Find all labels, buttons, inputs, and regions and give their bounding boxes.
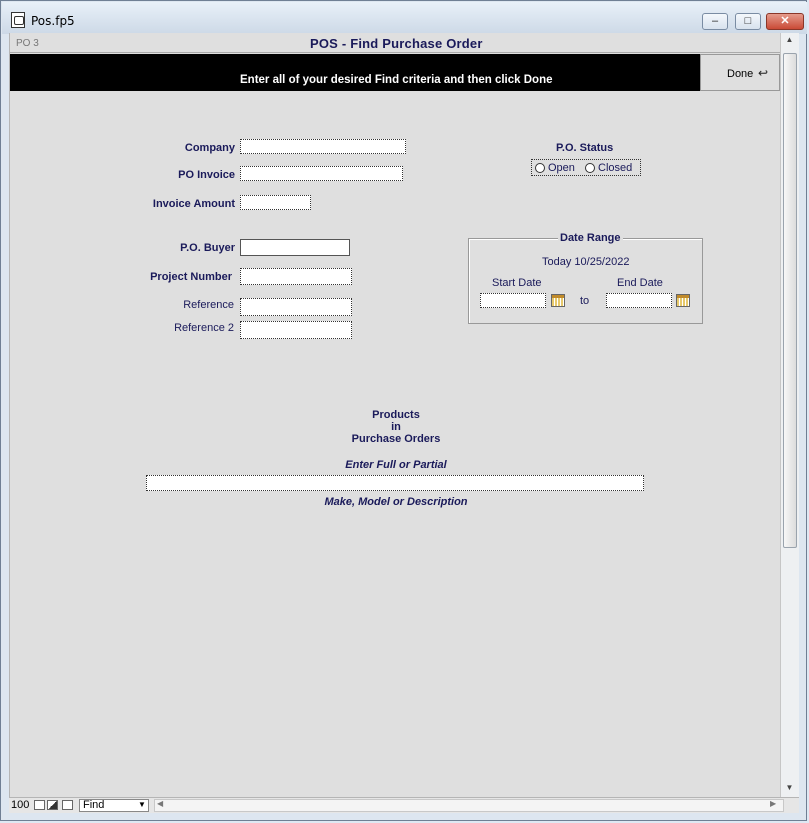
- end-calendar-icon[interactable]: [676, 294, 690, 307]
- end-date-field[interactable]: [606, 293, 672, 308]
- mode-select[interactable]: Find ▼: [79, 799, 149, 812]
- document-icon: [11, 12, 25, 28]
- scroll-right-icon[interactable]: ▶: [770, 799, 776, 808]
- products-line1: Products: [372, 409, 420, 421]
- date-range-title: Date Range: [558, 232, 623, 244]
- header-row: PO 3 POS - Find Purchase Order: [10, 33, 780, 53]
- reference-label: Reference: [183, 299, 234, 311]
- page-title: POS - Find Purchase Order: [310, 36, 483, 51]
- record-number: PO 3: [16, 38, 39, 49]
- chevron-down-icon: ▼: [138, 800, 146, 809]
- open-radio[interactable]: [535, 163, 545, 173]
- po-invoice-field[interactable]: [240, 166, 403, 181]
- products-hint-bottom: Make, Model or Description: [324, 496, 468, 508]
- zoom-in-icon[interactable]: [47, 800, 58, 810]
- scroll-left-icon[interactable]: ◀: [157, 799, 163, 808]
- project-number-field[interactable]: [240, 268, 352, 285]
- scroll-down-icon[interactable]: ▼: [781, 783, 798, 792]
- today-date: Today 10/25/2022: [542, 256, 630, 268]
- start-date-label: Start Date: [492, 277, 542, 289]
- project-number-label: Project Number: [150, 271, 232, 283]
- start-date-field[interactable]: [480, 293, 546, 308]
- window-title: Pos.fp5: [31, 14, 75, 28]
- reference2-label: Reference 2: [174, 322, 234, 334]
- open-radio-label[interactable]: Open: [548, 162, 575, 174]
- done-label: Done: [727, 68, 754, 80]
- close-icon: ✕: [780, 15, 790, 27]
- company-field[interactable]: [240, 139, 406, 154]
- closed-radio-label[interactable]: Closed: [598, 162, 632, 174]
- minimize-button[interactable]: –: [702, 13, 728, 30]
- date-range-group: Date Range Today 10/25/2022 Start Date E…: [468, 232, 703, 324]
- reference2-field[interactable]: [240, 321, 352, 339]
- po-buyer-field[interactable]: [240, 239, 350, 256]
- po-invoice-label: PO Invoice: [178, 169, 235, 181]
- products-line3: Purchase Orders: [351, 433, 441, 445]
- products-heading: Products in Purchase Orders: [310, 409, 482, 445]
- horizontal-scrollbar[interactable]: ◀ ▶: [154, 799, 784, 812]
- invoice-amount-label: Invoice Amount: [152, 198, 235, 210]
- title-bar: Pos.fp5 – □ ✕: [2, 2, 807, 34]
- scroll-thumb[interactable]: [783, 53, 797, 548]
- po-status-title: P.O. Status: [556, 142, 614, 154]
- return-arrow-icon: ↩: [758, 66, 769, 80]
- layout-area: PO 3 POS - Find Purchase Order Enter all…: [9, 33, 780, 797]
- status-bar: 100 Find ▼ ◀ ▶: [9, 797, 799, 813]
- done-button[interactable]: Done ↩: [700, 54, 780, 91]
- products-search-field[interactable]: [146, 475, 644, 491]
- closed-radio[interactable]: [585, 163, 595, 173]
- zoom-level[interactable]: 100: [11, 799, 29, 811]
- to-label: to: [580, 295, 590, 307]
- minimize-icon: –: [711, 15, 719, 27]
- products-line2: in: [391, 421, 401, 433]
- start-calendar-icon[interactable]: [551, 294, 565, 307]
- mode-value: Find: [83, 799, 105, 811]
- products-hint-top: Enter Full or Partial: [345, 459, 447, 471]
- vertical-scrollbar[interactable]: ▲ ▼: [780, 33, 799, 797]
- company-label: Company: [184, 142, 235, 154]
- zoom-out-icon[interactable]: [34, 800, 45, 810]
- instruction-text: Enter all of your desired Find criteria …: [240, 74, 553, 86]
- scroll-up-icon[interactable]: ▲: [781, 35, 798, 44]
- po-status-radio-group: Open Closed: [531, 159, 641, 176]
- reference-field[interactable]: [240, 298, 352, 316]
- end-date-label: End Date: [617, 277, 663, 289]
- po-buyer-label: P.O. Buyer: [180, 242, 235, 254]
- invoice-amount-field[interactable]: [240, 195, 311, 210]
- status-area-icon[interactable]: [62, 800, 73, 810]
- maximize-button[interactable]: □: [735, 13, 761, 30]
- maximize-icon: □: [744, 15, 752, 27]
- close-button[interactable]: ✕: [766, 13, 804, 30]
